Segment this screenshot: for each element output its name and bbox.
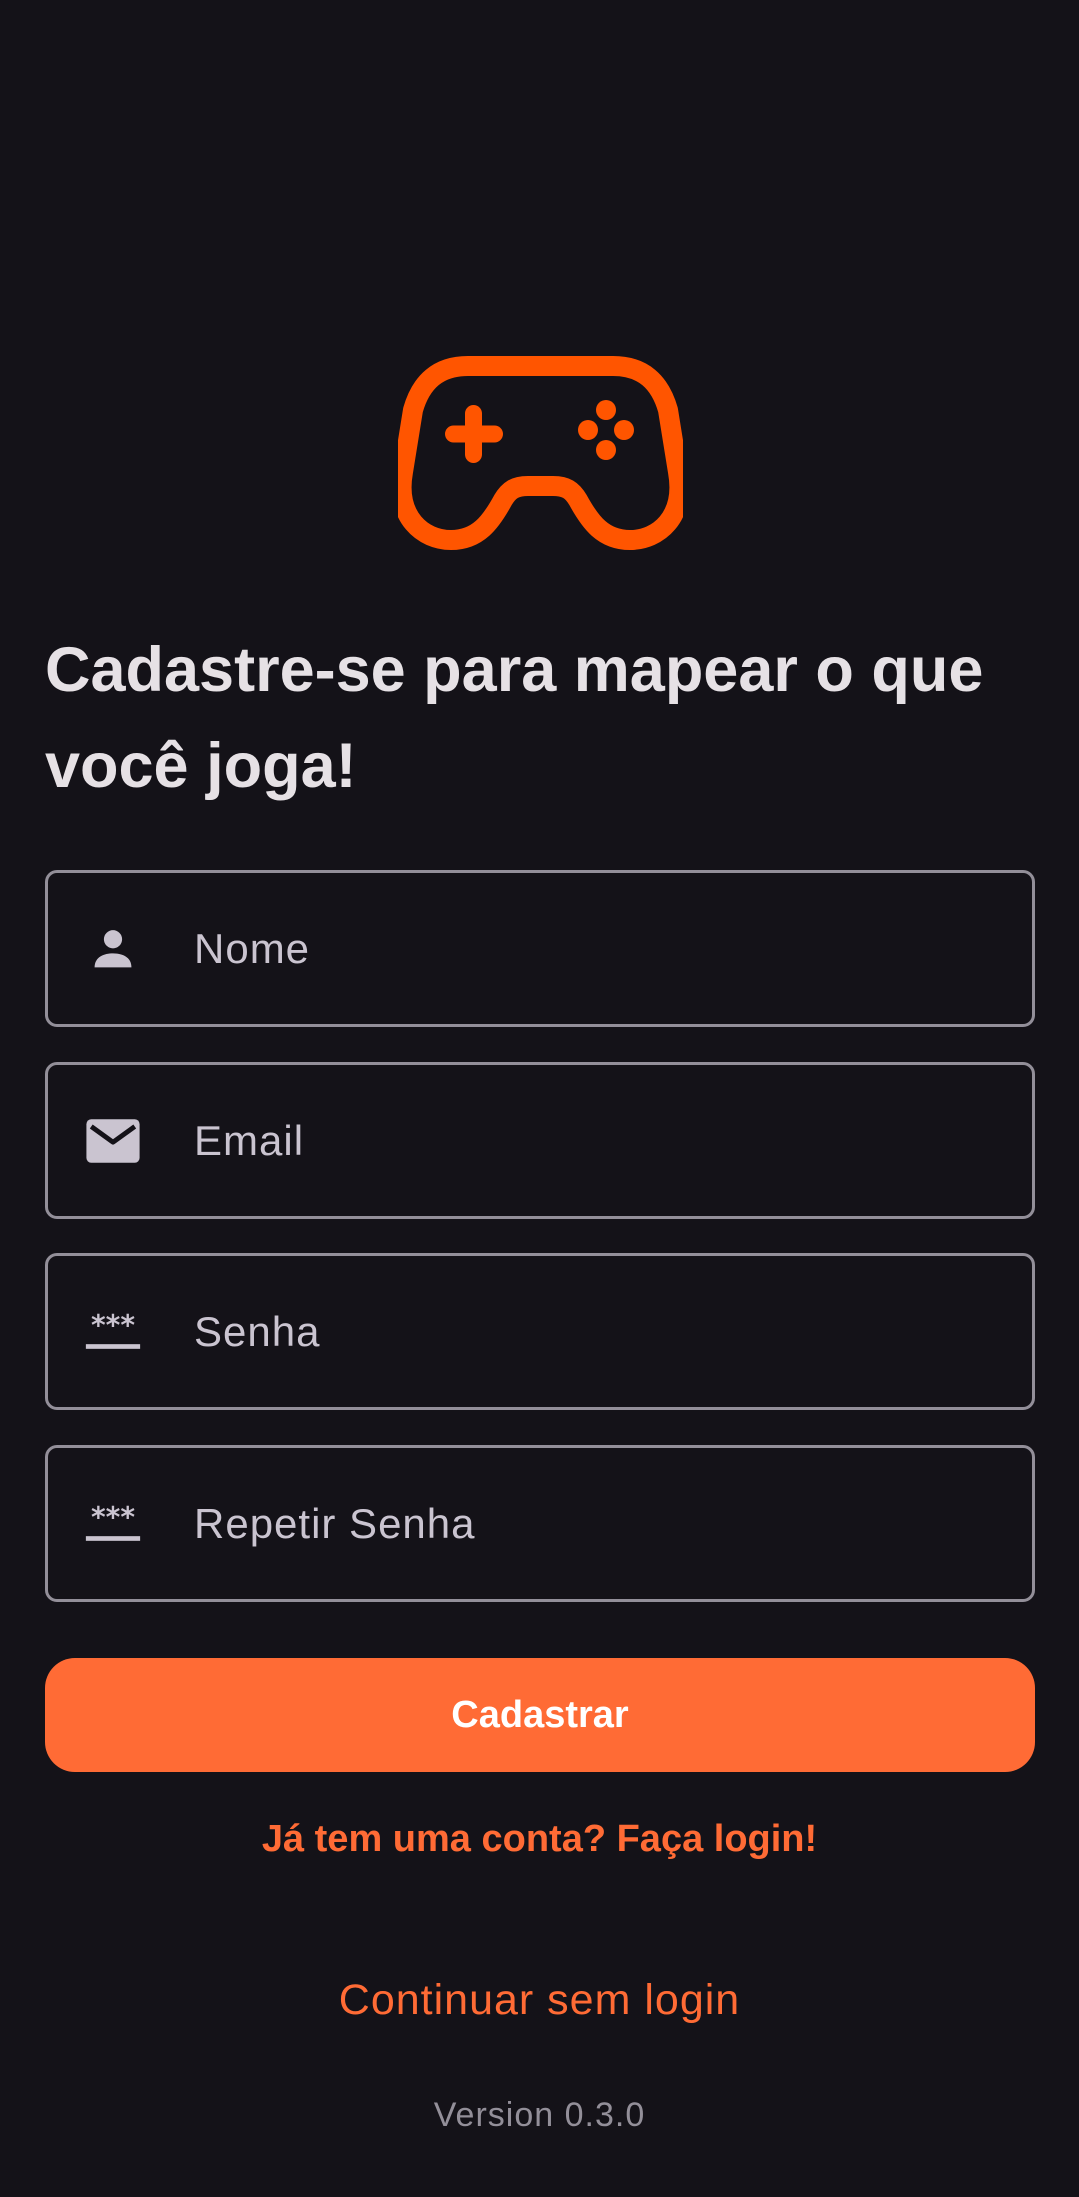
repeat-password-field[interactable]: *** (45, 1445, 1035, 1602)
gamepad-icon (398, 356, 683, 550)
password-icon: *** (84, 1303, 142, 1361)
svg-text:***: *** (91, 1503, 135, 1534)
name-input[interactable] (194, 873, 1012, 1024)
password-field[interactable]: *** (45, 1253, 1035, 1410)
password-input[interactable] (194, 1256, 1012, 1407)
name-field[interactable] (45, 870, 1035, 1027)
continue-without-login-link[interactable]: Continuar sem login (0, 1976, 1079, 2025)
signup-screen: Cadastre-se para mapear o que você joga!… (0, 0, 1079, 2197)
person-icon (84, 920, 142, 978)
mail-icon (84, 1112, 142, 1170)
register-button[interactable]: Cadastrar (45, 1658, 1035, 1772)
email-field[interactable] (45, 1062, 1035, 1219)
version-label: Version 0.3.0 (433, 2096, 646, 2134)
login-link[interactable]: Já tem uma conta? Faça login! (0, 1818, 1079, 1861)
password-icon: *** (84, 1495, 142, 1553)
repeat-password-input[interactable] (194, 1448, 1012, 1599)
page-title: Cadastre-se para mapear o que você joga! (45, 635, 984, 801)
svg-text:***: *** (91, 1311, 135, 1342)
email-input[interactable] (194, 1065, 1012, 1216)
